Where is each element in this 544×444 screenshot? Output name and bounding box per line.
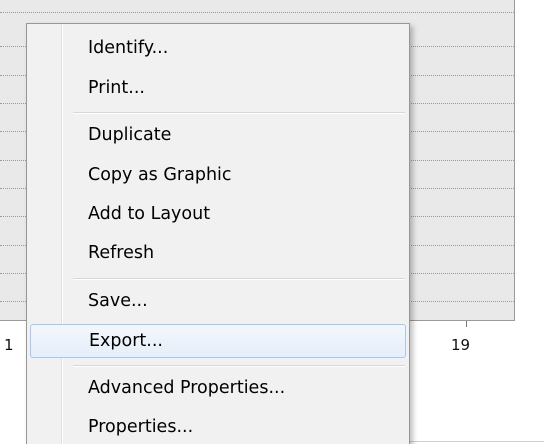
menu-item-label: Add to Layout [88, 204, 211, 224]
context-menu: Identify... Print... Duplicate Copy as G… [26, 23, 410, 444]
menu-item-advanced-properties[interactable]: Advanced Properties... [30, 371, 406, 405]
x-tick-label-19: 19 [451, 336, 471, 354]
menu-separator [73, 112, 405, 114]
menu-item-export[interactable]: Export... [30, 324, 406, 358]
menu-separator [73, 365, 405, 367]
menu-item-label: Advanced Properties... [88, 378, 286, 398]
bottom-divider [398, 441, 544, 442]
menu-item-label: Identify... [88, 38, 169, 58]
menu-item-label: Export... [89, 331, 163, 351]
menu-item-label: Save... [88, 291, 148, 311]
menu-item-label: Refresh [88, 243, 155, 263]
x-tick-label-1: 1 [4, 336, 14, 354]
menu-separator [73, 278, 405, 280]
menu-item-label: Duplicate [88, 125, 172, 145]
menu-item-refresh[interactable]: Refresh [30, 236, 406, 270]
menu-item-identify[interactable]: Identify... [30, 31, 406, 65]
menu-item-add-to-layout[interactable]: Add to Layout [30, 197, 406, 231]
x-tick-mark [466, 321, 467, 327]
menu-item-duplicate[interactable]: Duplicate [30, 118, 406, 152]
menu-item-save[interactable]: Save... [30, 284, 406, 318]
menu-item-label: Properties... [88, 417, 194, 437]
menu-item-print[interactable]: Print... [30, 71, 406, 105]
menu-item-properties[interactable]: Properties... [30, 410, 406, 444]
desktop-canvas: 1 19 Identify... Print... Duplicate Copy… [0, 0, 544, 444]
menu-item-label: Copy as Graphic [88, 165, 232, 185]
gridline [0, 12, 514, 13]
menu-item-copy-as-graphic[interactable]: Copy as Graphic [30, 158, 406, 192]
menu-item-label: Print... [88, 78, 145, 98]
